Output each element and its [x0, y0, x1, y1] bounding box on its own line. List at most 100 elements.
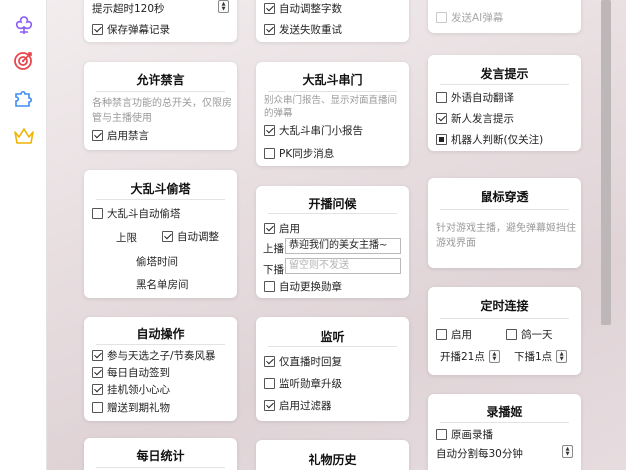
gift-label: 赠送到期礼物	[107, 402, 170, 414]
sign-label: 每日自动签到	[107, 367, 170, 379]
one-day-label: 鸽一天	[521, 329, 553, 341]
timed-enable-row[interactable]: 启用	[436, 327, 472, 342]
divider	[96, 199, 225, 200]
chaos-report-row[interactable]: 大乱斗串门小报告	[264, 123, 363, 138]
greet-enable-label: 启用	[279, 223, 300, 235]
original-record-label: 原画录播	[451, 429, 493, 441]
scrollbar-thumb[interactable]	[601, 0, 611, 325]
robot-checkbox[interactable]	[436, 134, 447, 145]
one-day-row[interactable]: 鸽一天	[506, 327, 553, 342]
one-day-checkbox[interactable]	[506, 329, 517, 340]
gift-history-title: 礼物历史	[308, 453, 357, 467]
filter-checkbox[interactable]	[264, 400, 275, 411]
split-stepper[interactable]: ▲ ▼	[562, 445, 573, 458]
translate-row[interactable]: 外语自动翻译	[436, 90, 514, 105]
medal-up-row[interactable]: 监听勋章升级	[264, 376, 342, 391]
down-label: 下播	[263, 264, 284, 276]
sidebar	[0, 0, 47, 470]
allow-ban-card: 允许禁言 各种禁言功能的总开关，仅限房管与主播使用 启用禁言	[84, 62, 237, 150]
timed-enable-checkbox[interactable]	[436, 329, 447, 340]
crown-icon[interactable]	[12, 124, 36, 148]
new-user-label: 新人发言提示	[451, 113, 514, 125]
daily-stats-title: 每日统计	[136, 449, 185, 463]
enable-ban-checkbox[interactable]	[92, 130, 103, 141]
flower-icon[interactable]	[12, 13, 36, 37]
timeout-row: 提示超时120秒	[92, 1, 165, 16]
divider	[96, 344, 225, 345]
original-record-row[interactable]: 原画录播	[436, 427, 493, 442]
split-row: 自动分割每30分钟	[436, 446, 523, 461]
start-time-row: 开播21点 ▲ ▼	[440, 349, 500, 364]
end-time-stepper[interactable]: ▲ ▼	[556, 350, 568, 363]
pk-sync-row[interactable]: PK同步消息	[264, 146, 334, 161]
lottery-row[interactable]: 参与天选之子/节奏风暴	[92, 348, 216, 363]
divider	[440, 209, 569, 210]
lottery-checkbox[interactable]	[92, 350, 103, 361]
send-ai-row: 发送AI弹幕	[436, 10, 503, 25]
medal-up-checkbox[interactable]	[264, 378, 275, 389]
pk-sync-label: PK同步消息	[279, 148, 335, 160]
hang-checkbox[interactable]	[92, 384, 103, 395]
new-user-row[interactable]: 新人发言提示	[436, 111, 514, 126]
greet-title: 开播问候	[308, 197, 357, 211]
sign-row[interactable]: 每日自动签到	[92, 365, 170, 380]
save-record-checkbox[interactable]	[92, 24, 103, 35]
divider	[440, 84, 569, 85]
gift-row[interactable]: 赠送到期礼物	[92, 400, 170, 415]
tower-auto-adjust-row[interactable]: 自动调整	[162, 229, 219, 244]
auto-adjust-row[interactable]: 自动调整字数	[264, 1, 342, 16]
new-user-checkbox[interactable]	[436, 113, 447, 124]
robot-row[interactable]: 机器人判断(仅关注)	[436, 132, 543, 147]
retry-failed-row[interactable]: 发送失败重试	[264, 22, 342, 37]
upper-limit-label: 上限	[116, 232, 137, 244]
listen-card: 监听 仅直播时回复 监听勋章升级 启用过滤器	[256, 317, 409, 421]
save-record-label: 保存弹幕记录	[107, 24, 170, 36]
up-greeting-input[interactable]: 恭迎我们的美女主播~	[285, 238, 401, 254]
chaos-report-checkbox[interactable]	[264, 125, 275, 136]
original-record-checkbox[interactable]	[436, 429, 447, 440]
auto-medal-row[interactable]: 自动更换勋章	[264, 279, 342, 294]
hang-row[interactable]: 挂机领小心心	[92, 382, 170, 397]
mouse-through-desc: 针对游戏主播，避免弹幕姬挡住游戏界面	[436, 223, 576, 249]
greet-enable-checkbox[interactable]	[264, 223, 275, 234]
translate-checkbox[interactable]	[436, 92, 447, 103]
gift-checkbox[interactable]	[92, 402, 103, 413]
greet-enable-row[interactable]: 启用	[264, 221, 300, 236]
enable-ban-row[interactable]: 启用禁言	[92, 128, 149, 143]
top-settings-card-3: 发送AI弹幕	[428, 0, 581, 33]
greet-card: 开播问候 启用 上播 恭迎我们的美女主播~ 下播 留空则不发送 自动更换勋章	[256, 186, 409, 298]
filter-row[interactable]: 启用过滤器	[264, 398, 332, 413]
save-record-row[interactable]: 保存弹幕记录	[92, 22, 170, 37]
auto-medal-checkbox[interactable]	[264, 281, 275, 292]
medal-up-label: 监听勋章升级	[279, 378, 342, 390]
mouse-through-card: 鼠标穿透 针对游戏主播，避免弹幕姬挡住游戏界面	[428, 178, 581, 268]
auto-adjust-checkbox[interactable]	[264, 3, 275, 14]
retry-failed-checkbox[interactable]	[264, 24, 275, 35]
send-ai-label: 发送AI弹幕	[451, 12, 504, 24]
auto-tower-row[interactable]: 大乱斗自动偷塔	[92, 206, 181, 221]
enable-ban-label: 启用禁言	[107, 130, 149, 142]
auto-tower-checkbox[interactable]	[92, 208, 103, 219]
tower-auto-adjust-checkbox[interactable]	[162, 231, 173, 242]
robot-label: 机器人判断(仅关注)	[451, 134, 544, 146]
retry-failed-label: 发送失败重试	[279, 24, 342, 36]
live-only-checkbox[interactable]	[264, 356, 275, 367]
start-time-stepper[interactable]: ▲ ▼	[488, 350, 500, 363]
live-only-row[interactable]: 仅直播时回复	[264, 354, 342, 369]
speak-tip-card: 发言提示 外语自动翻译 新人发言提示 机器人判断(仅关注)	[428, 55, 581, 151]
chaos-door-title: 大乱斗串门	[302, 73, 363, 87]
pk-sync-checkbox[interactable]	[264, 148, 275, 159]
divider	[96, 467, 225, 468]
puzzle-icon[interactable]	[12, 86, 36, 110]
auto-adjust-label: 自动调整字数	[279, 3, 342, 15]
auto-medal-label: 自动更换勋章	[279, 281, 342, 293]
split-label: 自动分割每30分钟	[436, 448, 523, 460]
top-settings-card-1: 提示超时120秒 ▲ ▼ 保存弹幕记录	[84, 0, 237, 42]
target-icon[interactable]	[12, 48, 36, 72]
timeout-stepper[interactable]: ▲ ▼	[218, 0, 229, 13]
send-ai-checkbox	[436, 12, 447, 23]
sign-checkbox[interactable]	[92, 367, 103, 378]
down-greeting-input[interactable]: 留空则不发送	[285, 258, 401, 274]
timeout-label: 提示超时120秒	[92, 3, 165, 15]
allow-ban-desc: 各种禁言功能的总开关，仅限房管与主播使用	[92, 98, 232, 124]
